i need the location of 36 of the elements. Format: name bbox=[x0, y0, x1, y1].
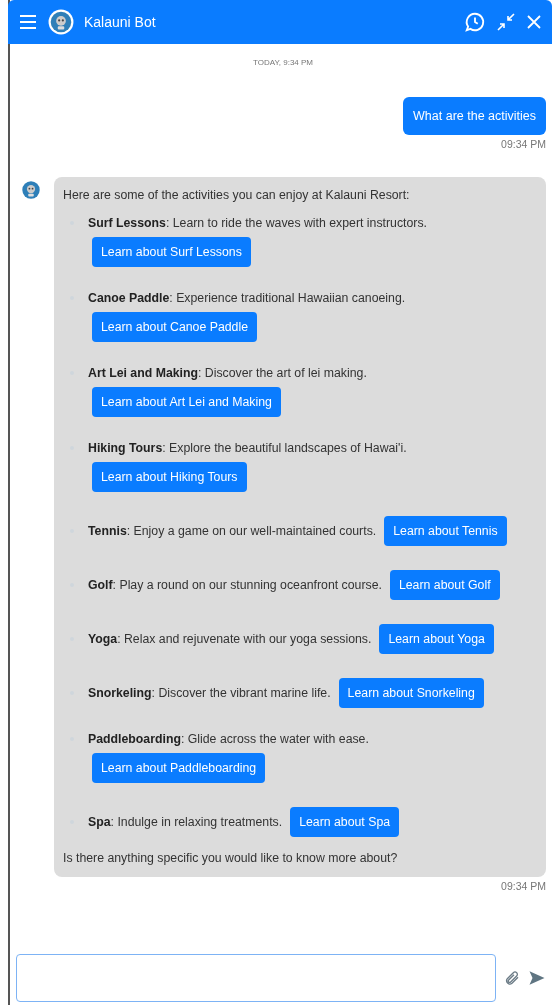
activity-text: Spa: Indulge in relaxing treatments. bbox=[88, 815, 283, 829]
bot-avatar-icon bbox=[20, 179, 42, 201]
activity-text: Yoga: Relax and rejuvenate with our yoga sessions. bbox=[88, 632, 372, 646]
activity-text: Snorkeling: Discover the vibrant marine life. bbox=[88, 686, 331, 700]
minimize-icon[interactable] bbox=[496, 12, 516, 32]
menu-icon[interactable] bbox=[18, 12, 38, 32]
bot-avatar-icon bbox=[48, 9, 74, 35]
learn-more-button[interactable]: Learn about Yoga bbox=[379, 624, 494, 654]
learn-more-button[interactable]: Learn about Hiking Tours bbox=[92, 462, 247, 492]
activity-text: Art Lei and Making: Discover the art of lei making. bbox=[88, 366, 367, 380]
learn-more-button[interactable]: Learn about Spa bbox=[290, 807, 400, 837]
learn-more-button[interactable]: Learn about Art Lei and Making bbox=[92, 387, 281, 417]
learn-more-button[interactable]: Learn about Snorkeling bbox=[338, 678, 484, 708]
close-icon[interactable] bbox=[526, 14, 542, 30]
bot-name: Kalauni Bot bbox=[84, 14, 157, 30]
learn-more-button[interactable]: Learn about Surf Lessons bbox=[92, 237, 251, 267]
user-message: What are the activities bbox=[403, 97, 546, 135]
date-divider: TODAY, 9:34 PM bbox=[252, 58, 314, 67]
activity-text: Hiking Tours: Explore the beautiful landscapes of Hawai'i. bbox=[88, 441, 407, 455]
message-time: 09:34 PM bbox=[501, 138, 546, 150]
learn-more-button[interactable]: Learn about Canoe Paddle bbox=[92, 312, 257, 342]
chat-history-icon[interactable] bbox=[464, 11, 486, 33]
learn-more-button[interactable]: Learn about Paddleboarding bbox=[92, 753, 266, 783]
message-text: Is there anything specific you would like to know more about? bbox=[63, 851, 399, 865]
activity-text: Paddleboarding: Glide across the water with ease. bbox=[88, 732, 369, 746]
message-input[interactable] bbox=[16, 954, 496, 1002]
activity-text: Canoe Paddle: Experience traditional Hawaiian canoeing. bbox=[88, 291, 406, 305]
learn-more-button[interactable]: Learn about Golf bbox=[389, 570, 500, 600]
learn-more-button[interactable]: Learn about Tennis bbox=[384, 516, 507, 546]
send-icon[interactable] bbox=[528, 969, 546, 987]
activity-text: Surf Lessons: Learn to ride the waves with expert instructors. bbox=[88, 216, 427, 230]
activity-text: Tennis: Enjoy a game on our well-maintained courts. bbox=[88, 524, 377, 538]
paperclip-icon[interactable] bbox=[504, 970, 520, 986]
message-time: 09:34 PM bbox=[501, 880, 546, 892]
activity-text: Golf: Play a round on our stunning oceanfront course. bbox=[88, 578, 382, 592]
message-text: Here are some of the activities you can enjoy at Kalauni Resort: bbox=[63, 188, 411, 202]
